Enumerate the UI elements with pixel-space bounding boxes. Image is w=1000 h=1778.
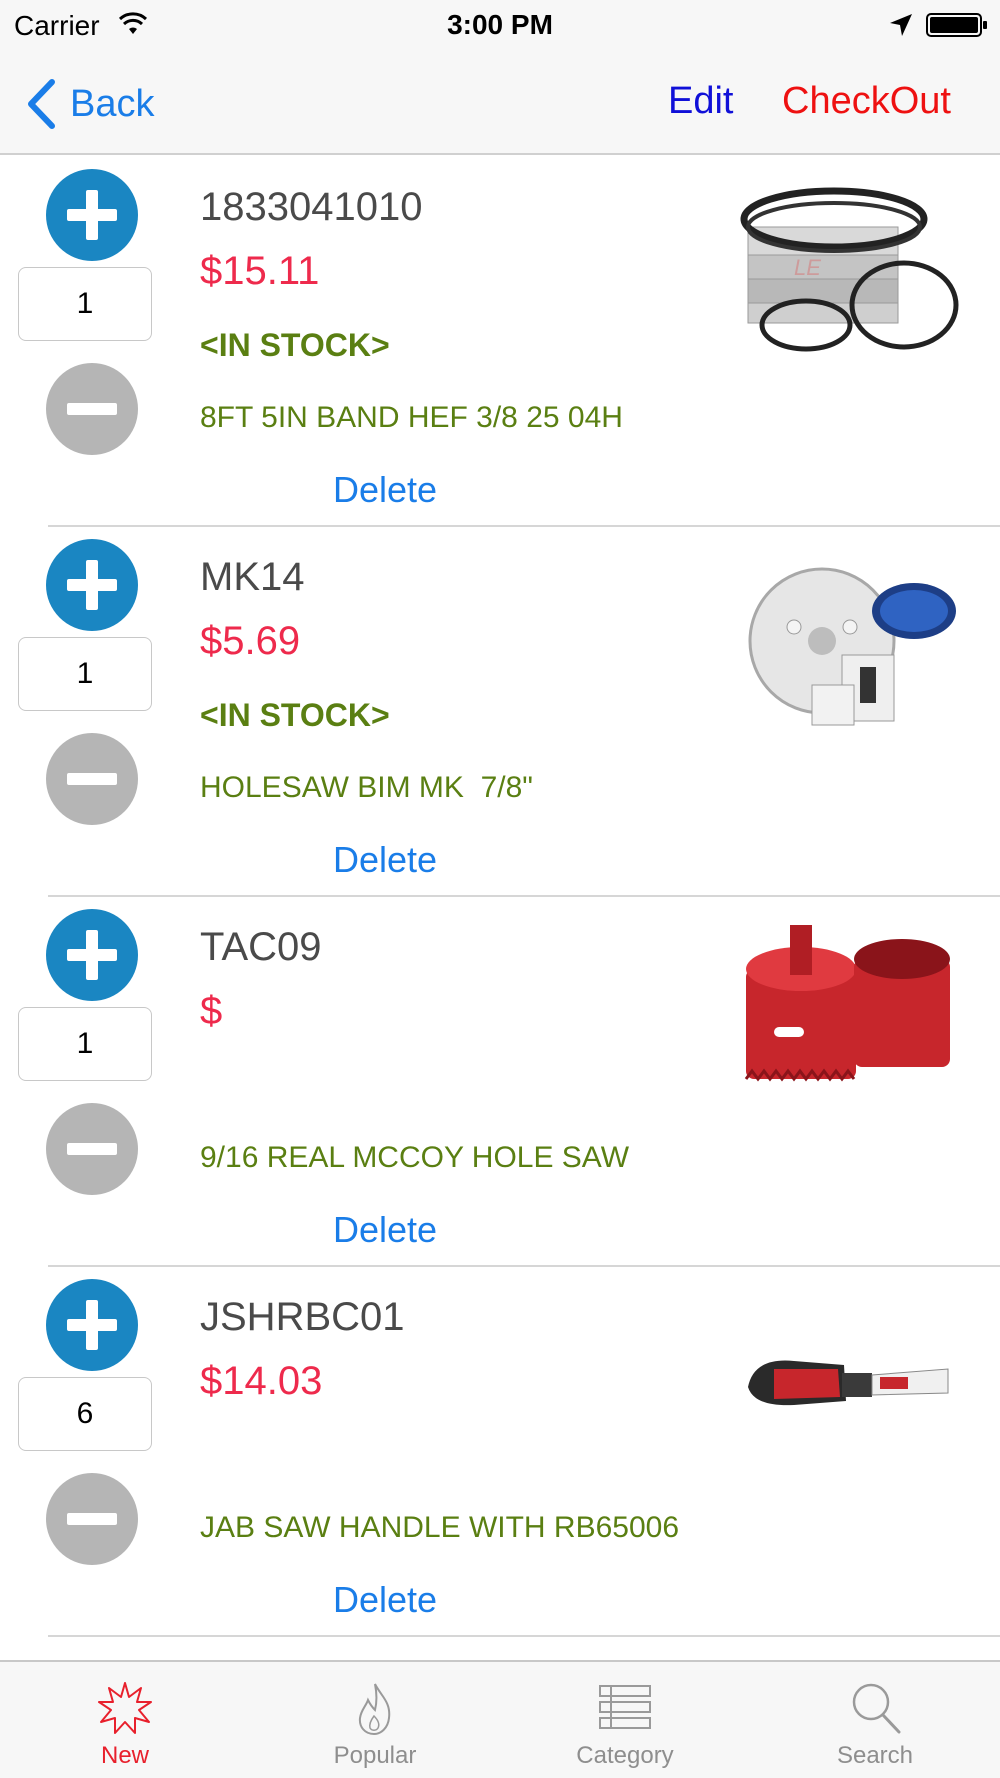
- status-bar: Carrier 3:00 PM: [0, 0, 1000, 50]
- tab-search[interactable]: Search: [750, 1662, 1000, 1778]
- quantity-field[interactable]: 1: [18, 1007, 152, 1081]
- battery-icon: [926, 13, 987, 37]
- quantity-field[interactable]: 1: [18, 637, 152, 711]
- item-sku: TAC09: [200, 925, 322, 969]
- tab-bar: New Popular Category Search: [0, 1660, 1000, 1778]
- row-divider: [48, 1635, 1000, 1637]
- edit-button[interactable]: Edit: [668, 80, 733, 123]
- decrease-quantity-button[interactable]: [46, 363, 138, 455]
- tab-new[interactable]: New: [0, 1662, 250, 1778]
- increase-quantity-button[interactable]: [46, 909, 138, 1001]
- item-description: 9/16 REAL MCCOY HOLE SAW: [200, 1141, 630, 1174]
- location-arrow-icon: [890, 14, 912, 36]
- delete-button[interactable]: Delete: [333, 1579, 437, 1621]
- jab-saw-handle-product-image: [748, 1360, 949, 1406]
- tab-popular[interactable]: Popular: [250, 1662, 500, 1778]
- minus-icon: [67, 1143, 117, 1155]
- svg-text:LE: LE: [794, 255, 821, 280]
- holesaw-product-image: [748, 567, 956, 726]
- tab-label: Search: [836, 1742, 914, 1769]
- item-description: 8FT 5IN BAND HEF 3/8 25 04H: [200, 401, 623, 434]
- item-price: $5.69: [200, 619, 301, 663]
- back-button[interactable]: Back: [26, 76, 154, 132]
- item-description: JAB SAW HANDLE WITH RB65006: [200, 1511, 680, 1544]
- item-sku: MK14: [200, 555, 305, 599]
- item-sku: 1833041010: [200, 185, 423, 229]
- item-price: $15.11: [200, 249, 320, 293]
- item-description: HOLESAW BIM MK 7/8": [200, 771, 533, 804]
- red-hole-saw-product-image: [744, 925, 950, 1082]
- delete-button[interactable]: Delete: [333, 469, 437, 511]
- plus-icon: [67, 1300, 117, 1350]
- decrease-quantity-button[interactable]: [46, 1473, 138, 1565]
- plus-icon: [67, 190, 117, 240]
- band-saw-blade-product-image: LE: [740, 187, 959, 352]
- decrease-quantity-button[interactable]: [46, 1103, 138, 1195]
- checkout-button[interactable]: CheckOut: [782, 80, 951, 123]
- tab-label: New: [100, 1742, 149, 1769]
- item-sku: JSHRBC01: [200, 1295, 405, 1339]
- minus-icon: [67, 403, 117, 415]
- cart-list[interactable]: 1 1833041010 $15.11 <IN STOCK> 8FT 5IN B…: [0, 157, 1000, 1660]
- plus-icon: [67, 930, 117, 980]
- quantity-field[interactable]: 6: [18, 1377, 152, 1451]
- tab-label: Category: [576, 1742, 674, 1769]
- chevron-left-icon: [28, 79, 55, 129]
- plus-icon: [67, 560, 117, 610]
- tab-label: Popular: [333, 1742, 417, 1769]
- list-icon: [599, 1685, 651, 1729]
- starburst-icon: [98, 1682, 152, 1734]
- navigation-bar: Back Edit CheckOut: [0, 50, 1000, 155]
- status-time: 3:00 PM: [447, 9, 553, 40]
- back-label: Back: [70, 82, 155, 125]
- cart-item-row: 1 MK14 $5.69 <IN STOCK> HOLESAW BIM MK 7…: [0, 527, 1000, 897]
- tab-category[interactable]: Category: [500, 1662, 750, 1778]
- cart-item-row: 1 1833041010 $15.11 <IN STOCK> 8FT 5IN B…: [0, 157, 1000, 527]
- decrease-quantity-button[interactable]: [46, 733, 138, 825]
- stock-status: <IN STOCK>: [200, 327, 390, 363]
- quantity-field[interactable]: 1: [18, 267, 152, 341]
- flame-icon: [358, 1683, 391, 1736]
- magnifier-icon: [852, 1683, 901, 1734]
- stock-status: <IN STOCK>: [200, 697, 390, 733]
- cart-item-row: 6 JSHRBC01 $14.03 JAB SAW HANDLE WITH RB…: [0, 1267, 1000, 1637]
- delete-button[interactable]: Delete: [333, 839, 437, 881]
- increase-quantity-button[interactable]: [46, 1279, 138, 1371]
- increase-quantity-button[interactable]: [46, 169, 138, 261]
- delete-button[interactable]: Delete: [333, 1209, 437, 1251]
- item-price: $14.03: [200, 1359, 323, 1403]
- minus-icon: [67, 773, 117, 785]
- minus-icon: [67, 1513, 117, 1525]
- cart-item-row: 1 TAC09 $ 9/16 REAL MCCOY HOLE SAW Delet…: [0, 897, 1000, 1267]
- increase-quantity-button[interactable]: [46, 539, 138, 631]
- item-price: $: [200, 989, 223, 1033]
